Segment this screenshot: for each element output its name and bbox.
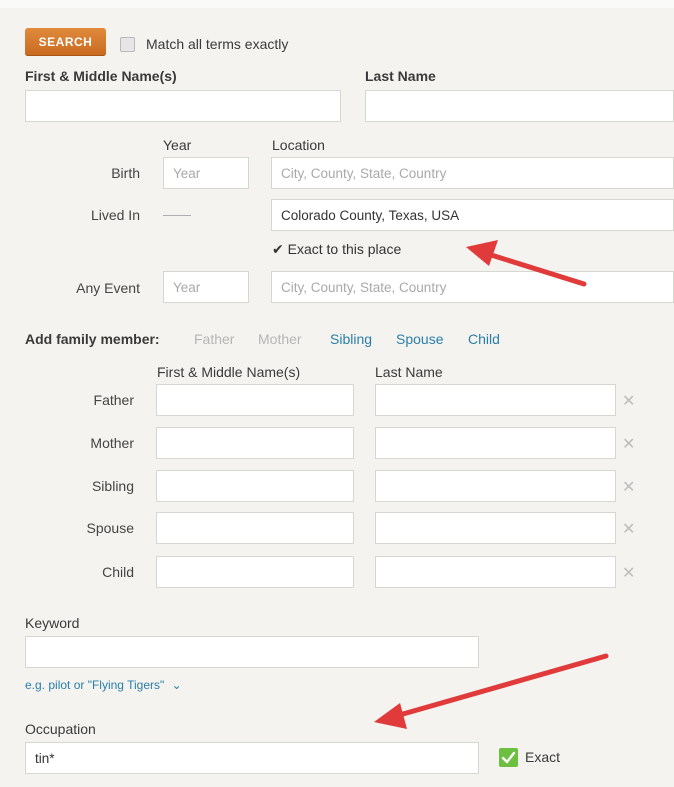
red-arrow-icon	[374, 653, 609, 729]
red-arrow-icon	[466, 240, 587, 287]
annotation-arrows	[374, 240, 609, 729]
